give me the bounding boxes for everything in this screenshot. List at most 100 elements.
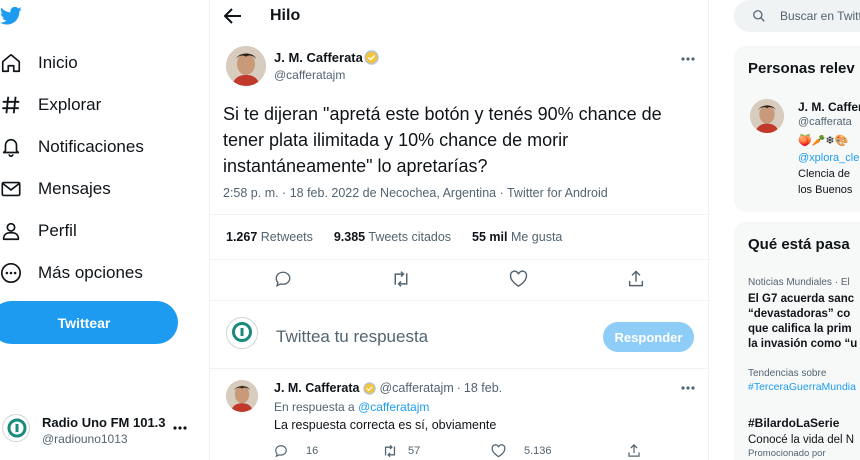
people-name[interactable]: J. M. Caffer	[798, 100, 860, 114]
verified-badge-icon	[363, 381, 377, 395]
trends-title: Qué está pasa	[748, 236, 850, 253]
search-placeholder: Buscar en Twitter	[780, 9, 860, 23]
nav-label: Explorar	[38, 95, 102, 114]
reply-action-retweet[interactable]: 57	[382, 444, 420, 458]
trend-headline: El G7 acuerda sanc “devastadoras” co que…	[748, 292, 857, 352]
reply-more-icon[interactable]	[681, 386, 695, 390]
sep	[210, 259, 708, 260]
reply-text: La respuesta correcta es sí, obviamente	[274, 418, 497, 432]
reply-icon	[274, 444, 288, 458]
likes-count[interactable]: 55 mil	[472, 230, 507, 244]
bell-icon	[0, 136, 22, 158]
retweets-label[interactable]: Retweets	[261, 230, 313, 244]
in-reply-handle[interactable]: @cafferatajm	[358, 400, 429, 414]
reply-count: 16	[306, 445, 319, 457]
trend-hashtag: #BilardoLaSerie	[748, 416, 840, 430]
tweet-author-avatar[interactable]	[226, 46, 266, 86]
retweet-icon	[382, 444, 398, 458]
respond-button[interactable]: Responder	[603, 322, 694, 352]
nav-item-mas-opciones[interactable]: Más opciones	[0, 253, 143, 293]
tweet-meta[interactable]: 2:58 p. m. · 18 feb. 2022 de Necochea, A…	[223, 186, 608, 200]
nav-label: Perfil	[38, 221, 77, 240]
retweet-icon[interactable]	[391, 270, 411, 288]
trend-item[interactable]: Tendencias sobre #TerceraGuerraMundia	[748, 368, 856, 393]
thread-column: Hilo J. M. Cafferata @cafferatajm Si te …	[209, 0, 709, 460]
reply-icon[interactable]	[274, 270, 292, 288]
trend-item[interactable]: Noticias Mundiales · El El G7 acuerda sa…	[748, 277, 857, 352]
account-name: Radio Uno FM 101.3	[42, 415, 166, 430]
like-icon	[491, 444, 506, 458]
home-icon	[0, 52, 22, 74]
people-handle[interactable]: @cafferata	[798, 116, 852, 128]
person-icon	[0, 220, 22, 242]
back-arrow-icon[interactable]	[224, 8, 242, 24]
tweet-stats: 1.267 Retweets 9.385 Tweets citados 55 m…	[226, 230, 562, 244]
like-count: 5.136	[524, 445, 552, 457]
people-link[interactable]: @xplora_cle	[798, 152, 859, 164]
search-input[interactable]: Buscar en Twitter	[734, 0, 860, 32]
reply-author-name[interactable]: J. M. Cafferata	[274, 381, 359, 395]
reply-context: En respuesta a @cafferatajm	[274, 400, 429, 414]
share-icon[interactable]	[627, 269, 645, 288]
trend-context: Tendencias sobre	[748, 368, 827, 379]
quotes-label[interactable]: Tweets citados	[368, 230, 451, 244]
account-avatar	[2, 414, 30, 442]
likes-label[interactable]: Me gusta	[511, 230, 562, 244]
nav-item-inicio[interactable]: Inicio	[0, 43, 78, 83]
in-reply-prefix: En respuesta a	[274, 400, 355, 414]
more-horizontal-icon[interactable]	[173, 426, 187, 430]
reply-action-reply[interactable]: 16	[274, 444, 318, 458]
trend-headline-line: la invasión como “u	[748, 338, 858, 350]
trends-card: Qué está pasa Noticias Mundiales · El El…	[734, 222, 860, 460]
share-icon[interactable]	[627, 443, 641, 458]
trend-item[interactable]: #BilardoLaSerie Conocé la vida del N Pro…	[748, 416, 854, 459]
people-emojis: 🍑🥕❄🎨	[798, 135, 849, 147]
nav-item-mensajes[interactable]: Mensajes	[0, 169, 111, 209]
quotes-count[interactable]: 9.385	[334, 230, 365, 244]
sep	[210, 300, 708, 301]
nav-label: Inicio	[38, 53, 78, 72]
nav-label: Notificaciones	[38, 137, 144, 156]
trend-promo: Promocionado por	[748, 448, 826, 459]
nav-item-perfil[interactable]: Perfil	[0, 211, 77, 251]
trend-hashtag: #TerceraGuerraMundia	[748, 381, 856, 393]
twitter-logo-icon[interactable]	[0, 6, 22, 26]
tweet-button[interactable]: Twittear	[0, 301, 178, 344]
trend-headline-line: que califica la prim	[748, 323, 852, 335]
reply-author-avatar[interactable]	[226, 380, 258, 412]
nav-item-notificaciones[interactable]: Notificaciones	[0, 127, 144, 167]
retweet-count: 57	[408, 445, 421, 457]
tweet-author-name[interactable]: J. M. Cafferata	[274, 50, 363, 65]
reply-header: J. M. Cafferata @cafferatajm · 18 feb.	[274, 381, 502, 395]
people-bio-2: los Buenos	[798, 184, 853, 196]
trend-headline-line: “devastadoras” co	[748, 308, 851, 320]
account-switcher[interactable]: Radio Uno FM 101.3 @radiouno1013	[0, 408, 190, 448]
sep	[210, 368, 708, 369]
nav-label: Mensajes	[38, 179, 111, 198]
people-title: Personas relev	[748, 60, 855, 77]
reply-input[interactable]: Twittea tu respuesta	[276, 327, 428, 347]
hashtag-icon	[0, 94, 22, 116]
reply-action-like[interactable]: 5.136	[491, 444, 552, 458]
nav-item-explorar[interactable]: Explorar	[0, 85, 101, 125]
verified-badge-icon	[364, 50, 379, 65]
reply-dot: ·	[456, 381, 461, 395]
like-icon[interactable]	[509, 270, 528, 288]
trend-headline-line: El G7 acuerda sanc	[748, 293, 855, 305]
nav-label: Más opciones	[38, 263, 143, 282]
sep	[210, 214, 708, 215]
page-title: Hilo	[270, 7, 301, 24]
tweet-author-handle[interactable]: @cafferatajm	[274, 68, 345, 82]
reply-author-handle[interactable]: @cafferatajm	[379, 381, 453, 395]
search-icon	[752, 9, 766, 23]
account-handle: @radiouno1013	[42, 432, 128, 446]
more-circle-icon	[0, 262, 22, 284]
reply-date[interactable]: 18 feb.	[464, 381, 502, 395]
retweets-count[interactable]: 1.267	[226, 230, 257, 244]
people-avatar[interactable]	[750, 99, 784, 133]
envelope-icon	[0, 178, 22, 200]
trend-description: Conocé la vida del N	[748, 434, 855, 446]
trend-context: Noticias Mundiales · El	[748, 277, 850, 288]
tweet-more-icon[interactable]	[681, 57, 695, 61]
composer-avatar[interactable]	[226, 317, 258, 349]
